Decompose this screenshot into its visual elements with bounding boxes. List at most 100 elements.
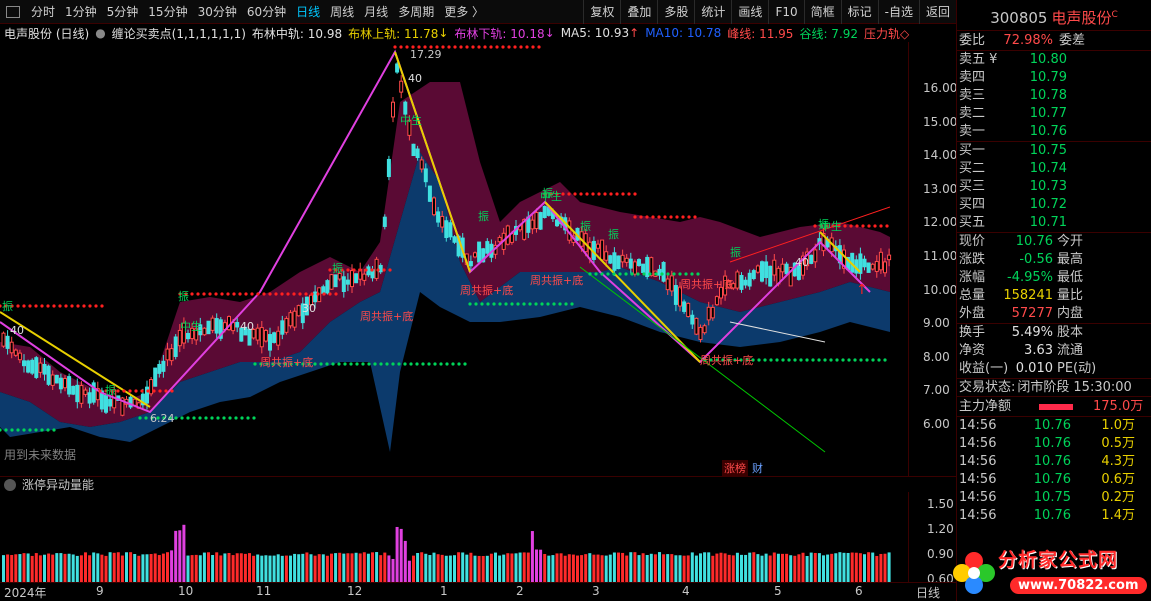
- level-dot: [16, 304, 20, 308]
- tool-button[interactable]: 简框: [803, 0, 841, 24]
- level-dot: [376, 268, 380, 272]
- book-row[interactable]: 卖二 10.77: [957, 105, 1151, 123]
- period-tab[interactable]: 分时: [26, 0, 60, 24]
- volume-bar: [379, 555, 383, 582]
- tick-time: 14:56: [959, 436, 997, 451]
- book-row[interactable]: 买二 10.74: [957, 160, 1151, 178]
- volume-bar: [161, 553, 165, 582]
- level-dot: [144, 416, 148, 420]
- candle-body: [165, 348, 170, 361]
- candle-body: [104, 395, 108, 413]
- level-dot: [775, 358, 779, 362]
- volume-bar: [293, 553, 297, 582]
- kline-chart[interactable]: 17.29 6.24 40 40 40 30 40 振 振 振 振 振 振 振 …: [0, 42, 956, 476]
- tool-button[interactable]: 画线: [731, 0, 768, 24]
- candle-body: [268, 334, 272, 351]
- level-dot: [633, 192, 637, 196]
- volume-bar: [75, 555, 79, 582]
- tool-button[interactable]: F10: [768, 0, 803, 24]
- level-dot: [588, 272, 592, 276]
- window-square-icon[interactable]: [6, 5, 20, 18]
- period-tab[interactable]: 15分钟: [143, 0, 192, 24]
- period-tab[interactable]: 周线: [325, 0, 359, 24]
- candle-body: [386, 158, 391, 178]
- book-row[interactable]: 买四 10.72: [957, 196, 1151, 214]
- tool-button[interactable]: -自选: [877, 0, 919, 24]
- price-tick: 15.00: [923, 114, 958, 129]
- date-tick: 3: [592, 584, 600, 598]
- volume-bar: [781, 553, 784, 582]
- status-value: 闭市阶段: [1017, 380, 1070, 395]
- period-tab[interactable]: 月线: [359, 0, 393, 24]
- volume-bar: [178, 530, 182, 582]
- volume-bar: [112, 552, 116, 582]
- volume-bar: [526, 552, 530, 582]
- period-tab[interactable]: 60分钟: [242, 0, 291, 24]
- book-row[interactable]: 卖四 10.79: [957, 69, 1151, 87]
- book-price: 10.73: [1029, 179, 1067, 194]
- period-tab[interactable]: 1分钟: [60, 0, 102, 24]
- formula-name[interactable]: 缠论买卖点(1,1,1,1,1,1): [112, 25, 246, 42]
- level-dot: [681, 215, 685, 219]
- book-row[interactable]: 卖三 10.78: [957, 87, 1151, 105]
- period-tab[interactable]: 5分钟: [102, 0, 144, 24]
- level-dot: [252, 416, 256, 420]
- volume-bar: [539, 549, 543, 582]
- candle-body: [735, 271, 740, 289]
- level-dot: [100, 304, 104, 308]
- tool-button[interactable]: 复权: [583, 0, 620, 24]
- tick-volume: 0.2万: [1101, 490, 1135, 505]
- book-row[interactable]: 买五 10.71: [957, 214, 1151, 232]
- sub-indicator-title[interactable]: 涨停异动量能: [22, 476, 94, 493]
- level-dot: [648, 272, 652, 276]
- volume-bar: [2, 555, 5, 582]
- volume-bar: [412, 555, 415, 582]
- candle-body: [1, 332, 6, 347]
- level-dot: [214, 292, 218, 296]
- candle-body: [710, 306, 715, 319]
- limit-list-tag[interactable]: 涨榜: [722, 460, 748, 476]
- period-tab[interactable]: 30分钟: [193, 0, 242, 24]
- period-tab[interactable]: 更多 〉: [439, 0, 489, 24]
- volume-bar: [600, 555, 604, 582]
- tool-button[interactable]: 统计: [694, 0, 731, 24]
- volume-bar: [284, 555, 288, 582]
- sub-toggle-icon[interactable]: [4, 478, 16, 491]
- period-tab[interactable]: 日线: [291, 0, 325, 24]
- resonance-label: 周共振+底: [460, 283, 513, 297]
- candle-body: [887, 254, 892, 261]
- level-dot: [463, 362, 467, 366]
- candle-body: [46, 365, 51, 385]
- book-row[interactable]: 卖一 10.76: [957, 123, 1151, 141]
- book-row[interactable]: 买三 10.73: [957, 178, 1151, 196]
- level-dot: [379, 362, 383, 366]
- tool-button[interactable]: 标记: [840, 0, 878, 24]
- level-dot: [52, 304, 56, 308]
- tool-button[interactable]: 多股: [657, 0, 694, 24]
- volume-bar: [26, 553, 30, 582]
- price-axis: 16.00 15.00 14.00 13.00 12.00 11.00 10.00 9.00 8…: [908, 42, 958, 476]
- price-tick: 14.00: [923, 148, 958, 163]
- book-row[interactable]: 买一 10.75: [957, 142, 1151, 160]
- candle-body: [866, 262, 871, 273]
- book-row[interactable]: 卖五 ¥ 10.80: [957, 51, 1151, 69]
- period-tab[interactable]: 多周期: [393, 0, 439, 24]
- price-tick: 6.00: [923, 417, 950, 431]
- candle-body: [149, 379, 154, 395]
- volume-chart[interactable]: [0, 492, 908, 582]
- level-dot: [660, 272, 664, 276]
- volume-bar: [198, 555, 202, 582]
- formula-toggle-icon[interactable]: ●: [95, 26, 105, 40]
- tool-button[interactable]: 返回: [918, 0, 956, 24]
- site-logo: 分析家公式网 www.70822.com: [950, 545, 1150, 601]
- tick-list[interactable]: 14:56 10.76 1.0万 14:56 10.76 0.5万 14:56 10.76 4.…: [957, 416, 1151, 525]
- level-dot: [657, 215, 661, 219]
- tool-button[interactable]: 叠加: [620, 0, 657, 24]
- period-label[interactable]: 日线: [916, 584, 940, 601]
- candle-body: [764, 261, 769, 279]
- finance-tag[interactable]: 财: [752, 460, 763, 476]
- candle-body: [534, 212, 539, 230]
- volume-bar: [559, 553, 563, 582]
- candle-body: [325, 280, 330, 294]
- level-dot: [232, 292, 236, 296]
